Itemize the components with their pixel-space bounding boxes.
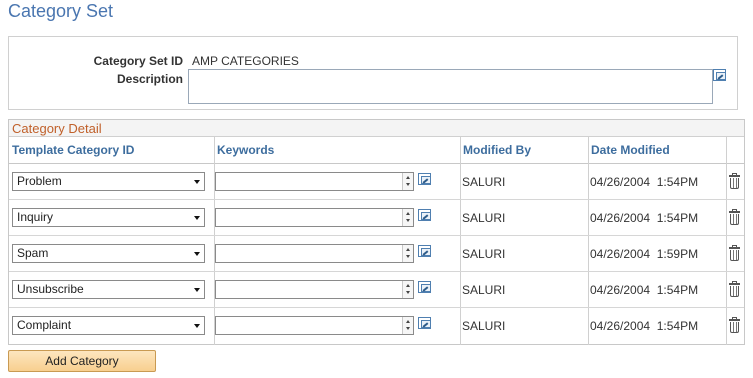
table-row: Complaint SALURI 04/26/2004 1:54PM <box>9 308 744 344</box>
keywords-field[interactable] <box>215 316 414 335</box>
date-modified-value: 04/26/2004 1:54PM <box>590 211 699 225</box>
category-set-id-value: AMP CATEGORIES <box>192 54 299 68</box>
keywords-field[interactable] <box>215 280 414 299</box>
date-modified-value: 04/26/2004 1:54PM <box>590 175 699 189</box>
table-row: Unsubscribe SALURI 04/26/2004 1:54PM <box>9 272 744 308</box>
expand-edit-icon[interactable] <box>418 245 431 257</box>
grid-caption: Category Detail <box>9 120 744 137</box>
chevron-down-icon <box>194 252 200 256</box>
template-category-value: Unsubscribe <box>17 282 84 296</box>
category-set-id-label: Category Set ID <box>93 54 183 68</box>
column-header-keywords: Keywords <box>214 137 460 164</box>
template-category-select[interactable]: Spam <box>12 244 205 263</box>
chevron-down-icon <box>194 288 200 292</box>
template-category-select[interactable]: Unsubscribe <box>12 280 205 299</box>
template-category-value: Spam <box>17 246 49 260</box>
expand-edit-icon[interactable] <box>418 281 431 293</box>
expand-edit-icon[interactable] <box>418 173 431 185</box>
add-category-button[interactable]: Add Category <box>8 350 156 372</box>
template-category-value: Inquiry <box>17 210 54 224</box>
chevron-down-icon <box>194 216 200 220</box>
trash-icon[interactable] <box>729 245 740 261</box>
keywords-field[interactable] <box>215 244 414 263</box>
expand-edit-icon[interactable] <box>713 69 726 81</box>
keywords-field[interactable] <box>215 172 414 191</box>
spinner-icon[interactable] <box>402 317 413 334</box>
template-category-value: Problem <box>17 174 62 188</box>
chevron-down-icon <box>194 180 200 184</box>
modified-by-value: SALURI <box>462 283 506 297</box>
description-label: Description <box>116 72 183 86</box>
trash-icon[interactable] <box>729 173 740 189</box>
spinner-icon[interactable] <box>402 245 413 262</box>
modified-by-value: SALURI <box>462 319 506 333</box>
modified-by-value: SALURI <box>462 175 506 189</box>
modified-by-value: SALURI <box>462 211 506 225</box>
date-modified-value: 04/26/2004 1:54PM <box>590 319 699 333</box>
column-header-date-modified: Date Modified <box>588 137 726 164</box>
spinner-icon[interactable] <box>402 209 413 226</box>
spinner-icon[interactable] <box>402 173 413 190</box>
expand-edit-icon[interactable] <box>418 209 431 221</box>
template-category-select[interactable]: Inquiry <box>12 208 205 227</box>
expand-edit-icon[interactable] <box>418 317 431 329</box>
trash-icon[interactable] <box>729 209 740 225</box>
date-modified-value: 04/26/2004 1:54PM <box>590 283 699 297</box>
table-row: Inquiry SALURI 04/26/2004 1:54PM <box>9 200 744 236</box>
description-field[interactable] <box>188 69 713 104</box>
column-header-modified-by: Modified By <box>460 137 588 164</box>
trash-icon[interactable] <box>729 281 740 297</box>
column-header-delete <box>726 137 744 164</box>
date-modified-value: 04/26/2004 1:59PM <box>590 247 699 261</box>
modified-by-value: SALURI <box>462 247 506 261</box>
trash-icon[interactable] <box>729 317 740 333</box>
table-row: Problem SALURI 04/26/2004 1:54PM <box>9 164 744 200</box>
category-detail-grid: Category Detail Template Category ID Key… <box>8 119 745 345</box>
column-header-template-category-id: Template Category ID <box>9 137 214 164</box>
chevron-down-icon <box>194 324 200 328</box>
table-row: Spam SALURI 04/26/2004 1:59PM <box>9 236 744 272</box>
spinner-icon[interactable] <box>402 281 413 298</box>
template-category-select[interactable]: Complaint <box>12 316 205 335</box>
template-category-value: Complaint <box>17 318 72 332</box>
category-set-header: Category Set ID AMP CATEGORIES Descripti… <box>8 36 738 110</box>
keywords-field[interactable] <box>215 208 414 227</box>
grid-body: Problem SALURI 04/26/2004 1:54PM Inquiry… <box>9 164 744 344</box>
template-category-select[interactable]: Problem <box>12 172 205 191</box>
page-title: Category Set <box>8 1 114 21</box>
